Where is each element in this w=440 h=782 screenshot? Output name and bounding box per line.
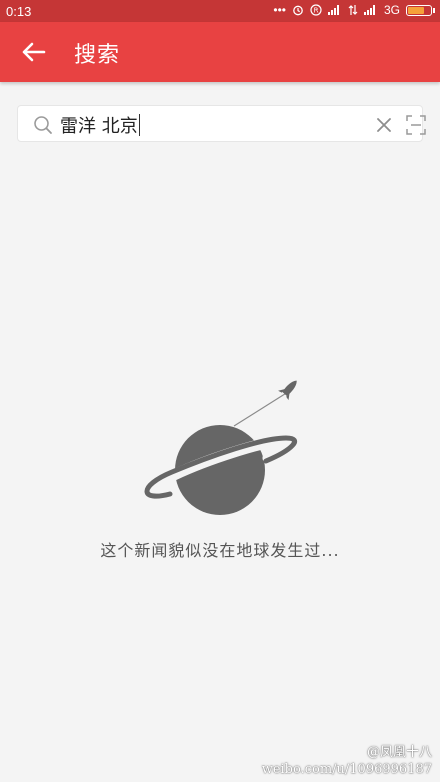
data-arrows-icon [348, 5, 358, 15]
watermark-url: weibo.com/u/1096996187 [261, 762, 432, 777]
status-bar: 0:13 ••• R 3G [0, 0, 440, 22]
search-bar[interactable]: 雷洋 北京 [17, 105, 426, 142]
r-circle-icon: R [310, 4, 322, 16]
page-title: 搜索 [74, 43, 121, 68]
alarm-icon [293, 5, 303, 16]
signal-icon [363, 5, 378, 15]
battery-fill [408, 6, 424, 14]
close-icon[interactable] [374, 115, 394, 135]
watermark: @凤凰十八 weibo.com/u/1096996187 [262, 744, 432, 778]
battery-icon [406, 4, 435, 16]
svg-text:R: R [314, 7, 319, 15]
app-bar: 搜索 [0, 22, 440, 82]
signal-icon [327, 5, 342, 15]
watermark-handle: @凤凰十八 [366, 745, 432, 760]
search-icon [34, 116, 52, 134]
status-icons: ••• R 3G [273, 3, 435, 17]
search-input[interactable]: 雷洋 北京 [60, 112, 140, 138]
status-time: 0:13 [6, 4, 32, 19]
scan-icon[interactable] [404, 113, 428, 137]
more-dots-icon: ••• [273, 3, 286, 17]
planet-rocket-icon [144, 380, 297, 515]
arrow-left-icon [22, 42, 46, 62]
network-type: 3G [383, 3, 400, 17]
search-query: 雷洋 北京 [60, 116, 138, 137]
text-cursor [138, 114, 140, 136]
empty-state-message: 这个新闻貌似没在地球发生过... [100, 541, 340, 560]
back-button[interactable] [18, 36, 52, 68]
